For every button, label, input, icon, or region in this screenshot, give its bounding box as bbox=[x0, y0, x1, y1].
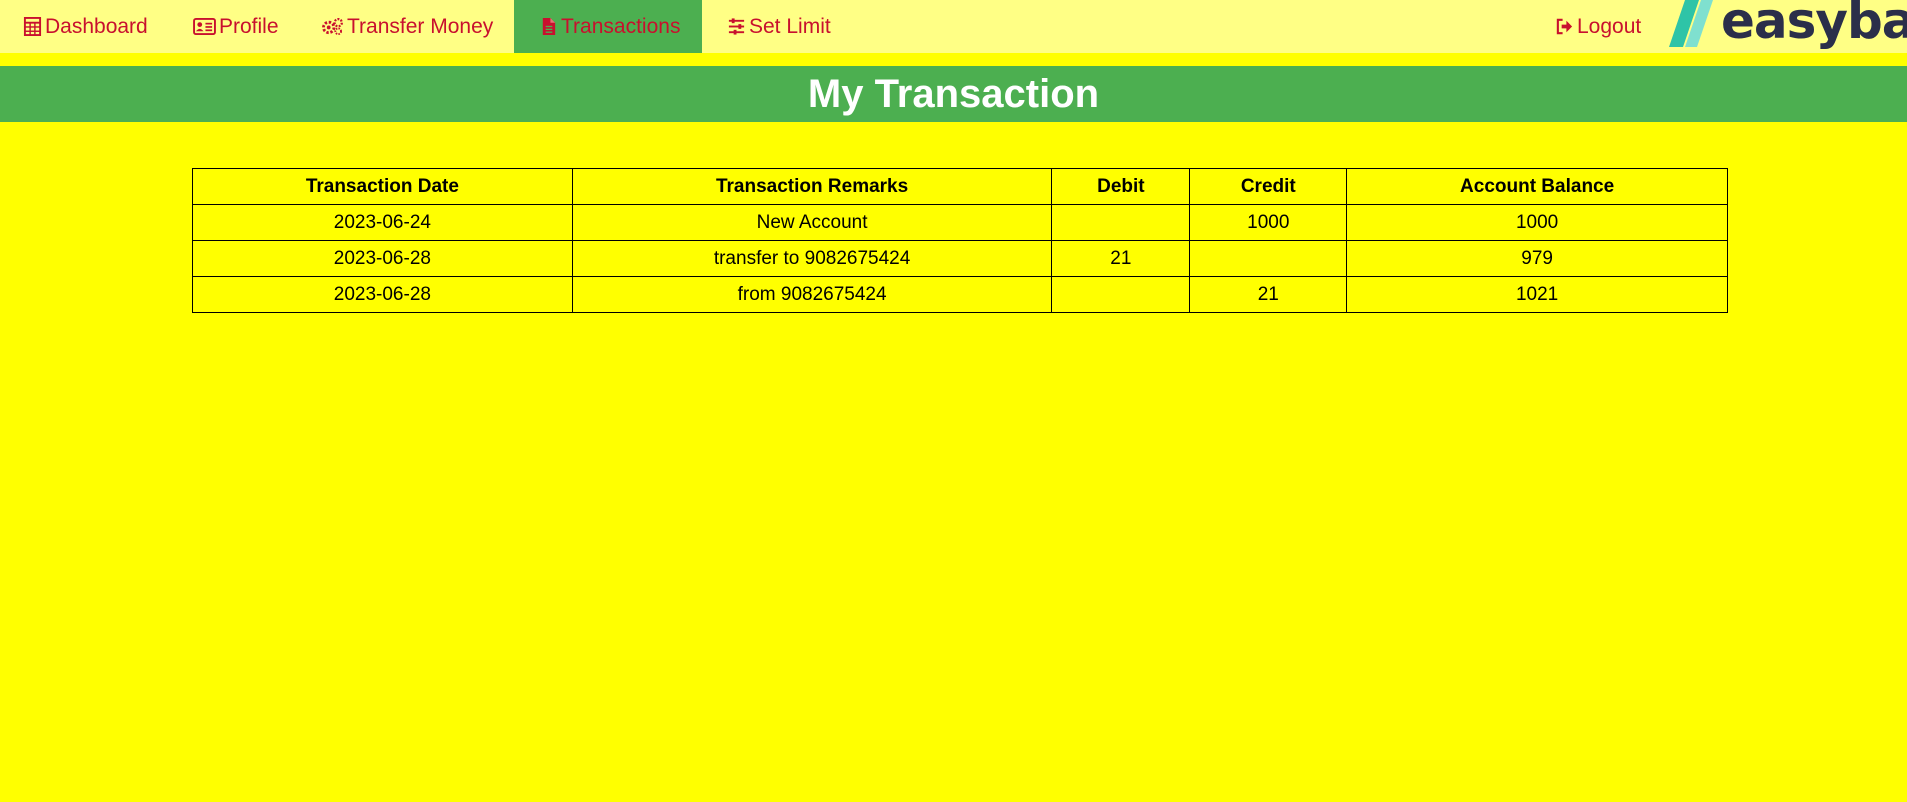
table-header-row: Transaction Date Transaction Remarks Deb… bbox=[192, 168, 1728, 205]
logout-link[interactable]: Logout bbox=[1554, 0, 1641, 53]
cell-remarks: transfer to 9082675424 bbox=[571, 240, 1053, 277]
file-icon bbox=[538, 17, 558, 37]
table-row: 2023-06-24 New Account 1000 1000 bbox=[192, 204, 1728, 241]
header-debit: Debit bbox=[1051, 168, 1191, 205]
sliders-icon bbox=[726, 17, 746, 37]
cell-remarks: from 9082675424 bbox=[571, 276, 1053, 313]
nav-dashboard-label: Dashboard bbox=[45, 14, 148, 38]
nav-profile[interactable]: Profile bbox=[192, 0, 279, 53]
page-title: My Transaction bbox=[807, 72, 1100, 116]
cell-debit bbox=[1051, 204, 1191, 241]
cell-debit: 21 bbox=[1051, 240, 1191, 277]
sign-out-icon bbox=[1554, 17, 1574, 37]
table-row: 2023-06-28 from 9082675424 21 1021 bbox=[192, 276, 1728, 313]
gears-icon bbox=[320, 17, 344, 37]
header-transaction-date: Transaction Date bbox=[192, 168, 573, 205]
id-card-icon bbox=[192, 17, 216, 37]
nav-set-limit-label: Set Limit bbox=[749, 14, 831, 38]
cell-credit bbox=[1189, 240, 1348, 277]
cell-date: 2023-06-28 bbox=[192, 276, 573, 313]
header-account-balance: Account Balance bbox=[1346, 168, 1728, 205]
nav-dashboard[interactable]: Dashboard bbox=[22, 0, 148, 53]
nav-transactions[interactable]: Transactions bbox=[514, 0, 702, 53]
cell-balance: 1021 bbox=[1346, 276, 1728, 313]
cell-balance: 1000 bbox=[1346, 204, 1728, 241]
cell-date: 2023-06-28 bbox=[192, 240, 573, 277]
cell-date: 2023-06-24 bbox=[192, 204, 573, 241]
nav-set-limit[interactable]: Set Limit bbox=[726, 0, 831, 53]
cell-credit: 1000 bbox=[1189, 204, 1348, 241]
nav-transactions-label: Transactions bbox=[561, 14, 681, 38]
table-row: 2023-06-28 transfer to 9082675424 21 979 bbox=[192, 240, 1728, 277]
calculator-icon bbox=[22, 17, 42, 37]
nav-transfer-money[interactable]: Transfer Money bbox=[320, 0, 493, 53]
nav-profile-label: Profile bbox=[219, 14, 279, 38]
easybank-logo[interactable]: easybank bbox=[1663, 0, 1907, 53]
cell-remarks: New Account bbox=[571, 204, 1053, 241]
transactions-table: Transaction Date Transaction Remarks Deb… bbox=[192, 168, 1728, 313]
header-transaction-remarks: Transaction Remarks bbox=[571, 168, 1053, 205]
logout-label: Logout bbox=[1577, 14, 1642, 38]
logo-stripes-icon bbox=[1669, 0, 1713, 47]
page-title-bar: My Transaction bbox=[0, 66, 1907, 122]
nav-transfer-money-label: Transfer Money bbox=[347, 14, 494, 38]
cell-balance: 979 bbox=[1346, 240, 1728, 277]
logo-text: easybank bbox=[1721, 0, 1907, 50]
cell-debit bbox=[1051, 276, 1191, 313]
header-credit: Credit bbox=[1189, 168, 1348, 205]
top-navbar: Dashboard Profile Transfer Money Transac… bbox=[0, 0, 1907, 53]
cell-credit: 21 bbox=[1189, 276, 1348, 313]
